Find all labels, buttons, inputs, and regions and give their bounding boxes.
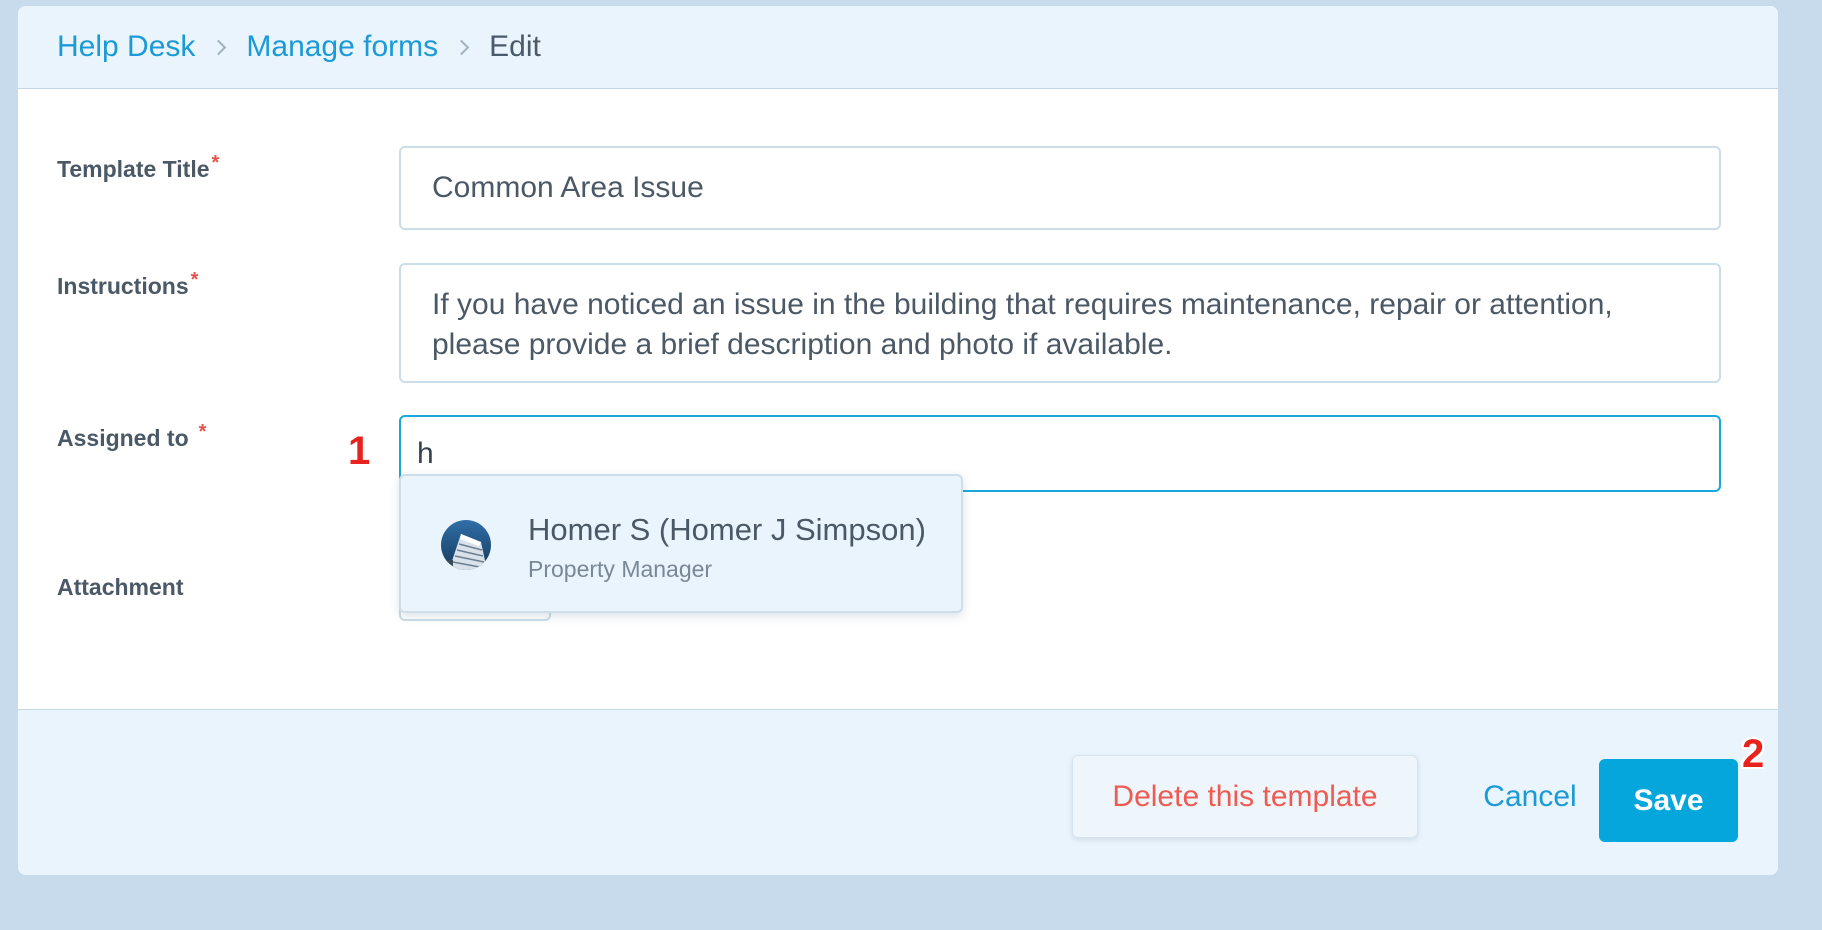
instructions-label: Instructions * bbox=[57, 269, 198, 300]
required-mark: * bbox=[190, 269, 199, 291]
instructions-label-text: Instructions bbox=[57, 273, 189, 299]
assigned-to-label-text: Assigned to bbox=[57, 425, 189, 451]
form-footer: Delete this template Cancel Save bbox=[18, 709, 1778, 875]
template-title-input[interactable]: Common Area Issue bbox=[399, 146, 1721, 230]
header-bar: Help Desk Manage forms Edit bbox=[18, 6, 1778, 89]
assigned-to-value: h bbox=[417, 436, 434, 470]
save-button[interactable]: Save bbox=[1599, 759, 1738, 842]
suggestion-role: Property Manager bbox=[528, 556, 713, 582]
required-mark: * bbox=[211, 152, 220, 174]
chevron-right-icon bbox=[453, 39, 470, 55]
breadcrumb-help-desk[interactable]: Help Desk bbox=[57, 30, 195, 64]
attachment-label: Attachment bbox=[57, 574, 184, 601]
breadcrumb-manage-forms[interactable]: Manage forms bbox=[246, 30, 438, 64]
annotation-step-1: 1 bbox=[348, 429, 371, 473]
breadcrumb: Help Desk Manage forms Edit bbox=[57, 6, 541, 88]
building-avatar-icon bbox=[441, 520, 491, 570]
breadcrumb-current: Edit bbox=[489, 30, 541, 63]
template-title-value: Common Area Issue bbox=[432, 171, 704, 204]
form-card: Help Desk Manage forms Edit Template Tit… bbox=[18, 6, 1778, 875]
suggestion-name: Homer S (Homer J Simpson) bbox=[528, 512, 926, 547]
template-title-label-text: Template Title bbox=[57, 156, 210, 182]
cancel-button[interactable]: Cancel bbox=[1460, 755, 1600, 838]
template-title-label: Template Title * bbox=[57, 152, 219, 183]
instructions-textarea[interactable]: If you have noticed an issue in the buil… bbox=[399, 263, 1721, 383]
required-mark: * bbox=[198, 421, 207, 443]
delete-template-button[interactable]: Delete this template bbox=[1072, 755, 1418, 838]
instructions-value: If you have noticed an issue in the buil… bbox=[432, 288, 1613, 361]
annotation-step-2: 2 bbox=[1742, 732, 1765, 776]
assigned-to-label: Assigned to * bbox=[57, 421, 206, 452]
attachment-label-text: Attachment bbox=[57, 574, 184, 600]
chevron-right-icon bbox=[211, 39, 227, 55]
assignee-suggestion[interactable]: Homer S (Homer J Simpson) Property Manag… bbox=[399, 474, 963, 613]
